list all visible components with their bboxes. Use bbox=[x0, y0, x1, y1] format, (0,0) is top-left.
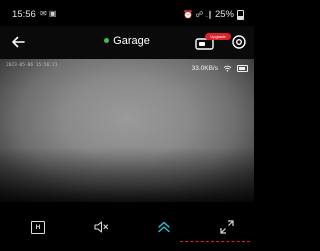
app-header: Garage Upgrade bbox=[0, 26, 254, 59]
speaker-muted-icon bbox=[94, 221, 109, 233]
notification-icons: ✉ ▣ bbox=[40, 9, 57, 18]
ptz-control-button[interactable] bbox=[154, 217, 174, 237]
camera-battery-icon bbox=[237, 65, 248, 72]
settings-button[interactable] bbox=[231, 34, 247, 50]
status-time: 15:56 bbox=[12, 9, 36, 20]
video-timestamp: 2023-05-06 15:56:21 bbox=[6, 63, 58, 68]
player-controls: H bbox=[0, 202, 254, 251]
battery-icon bbox=[237, 9, 244, 20]
online-status-dot bbox=[104, 37, 110, 43]
bitrate-label: 33.0KB/s bbox=[191, 65, 218, 72]
stream-info: 33.0KB/s bbox=[192, 65, 248, 72]
upgrade-badge[interactable]: Upgrade bbox=[205, 33, 231, 40]
mute-button[interactable] bbox=[91, 217, 111, 237]
battery-percent: 25% bbox=[214, 9, 234, 20]
fullscreen-button[interactable] bbox=[217, 217, 237, 237]
camera-live-screen: 15:56 ✉ ▣ ⏰ ☍ .∥ 25% Garage Upgrade 2023… bbox=[0, 0, 254, 251]
live-video-feed[interactable]: 2023-05-06 15:56:21 33.0KB/s bbox=[0, 59, 254, 202]
hd-icon: H bbox=[31, 220, 45, 234]
video-bottom-shade bbox=[0, 147, 254, 202]
status-bar: 15:56 ✉ ▣ ⏰ ☍ .∥ 25% bbox=[0, 0, 254, 26]
status-right: ⏰ ☍ .∥ 25% bbox=[183, 9, 244, 20]
chevron-double-up-icon bbox=[158, 221, 170, 233]
wifi-icon bbox=[223, 65, 232, 72]
device-name: Garage bbox=[113, 35, 150, 47]
hd-toggle-button[interactable]: H bbox=[28, 217, 48, 237]
highlight-indicator-line bbox=[180, 241, 250, 242]
system-icons: ⏰ ☍ .∥ bbox=[183, 10, 212, 19]
gear-icon bbox=[232, 35, 246, 49]
fullscreen-icon bbox=[220, 220, 234, 234]
